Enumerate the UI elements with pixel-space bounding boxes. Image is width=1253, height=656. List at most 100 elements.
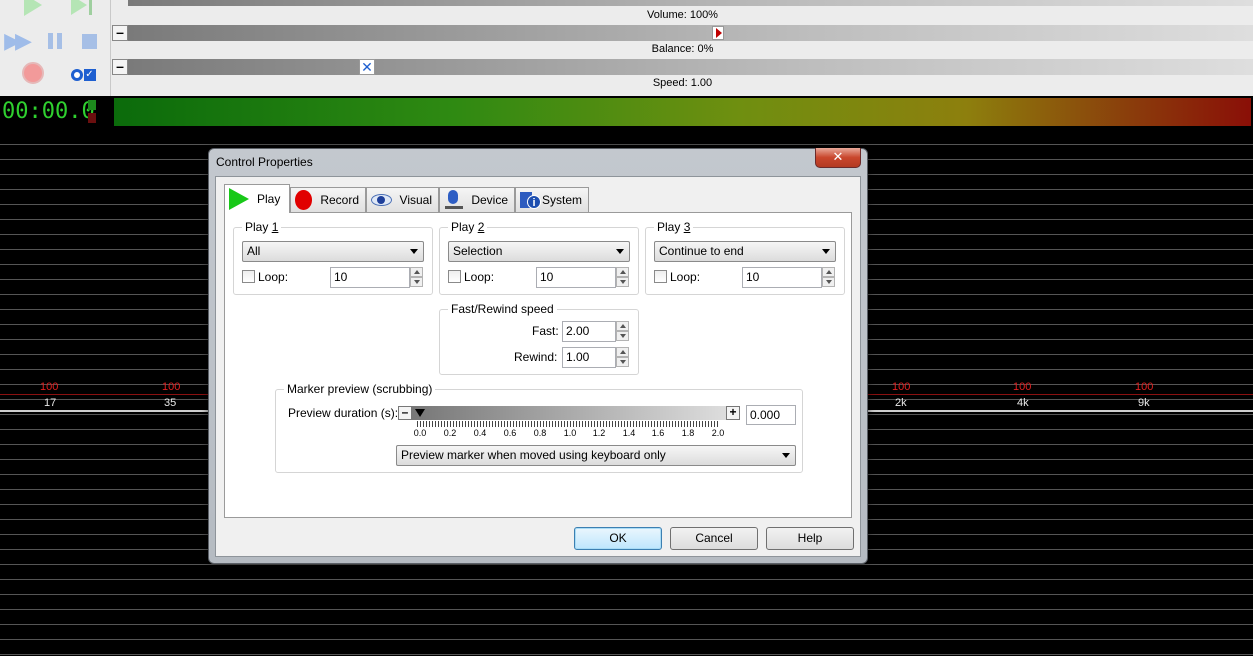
play-2-loop-spinner[interactable] — [616, 267, 629, 288]
spin-down-icon[interactable] — [410, 277, 423, 287]
spectrum-frequency: 2k — [895, 397, 907, 409]
spin-down-icon[interactable] — [616, 277, 629, 287]
scale-label: 1.8 — [681, 428, 695, 438]
pause-button[interactable] — [42, 30, 68, 52]
record-icon — [295, 190, 313, 210]
preview-duration-thumb[interactable] — [415, 409, 425, 417]
tab-play[interactable]: Play — [224, 184, 290, 213]
play-icon — [24, 0, 42, 16]
preview-duration-minus-button[interactable]: – — [398, 406, 412, 420]
spectrum-value: 100 — [1135, 381, 1154, 393]
play-3-loop-spinner[interactable] — [822, 267, 835, 288]
preview-duration-input[interactable]: 0.000 — [746, 405, 796, 425]
spin-up-icon[interactable] — [616, 321, 629, 331]
play-1-loop-checkbox[interactable] — [242, 270, 255, 283]
speed-minus-button[interactable]: – — [112, 59, 128, 75]
play-3-loop-count-input[interactable]: 10 — [742, 267, 822, 288]
tab-label: Play — [257, 192, 281, 206]
spectrum-frequency: 17 — [44, 397, 57, 409]
stop-button[interactable] — [76, 30, 102, 52]
level-meter — [112, 96, 1253, 128]
stop-icon — [81, 33, 97, 49]
system-info-icon: i — [520, 190, 541, 210]
preview-mode-select[interactable]: Preview marker when moved using keyboard… — [396, 445, 796, 466]
play-3-mode-select[interactable]: Continue to end — [654, 241, 836, 262]
monitor-toggle[interactable]: ✓ — [66, 64, 100, 86]
volume-slider[interactable] — [112, 0, 1253, 6]
play-button[interactable] — [20, 0, 46, 16]
record-status-led — [88, 113, 96, 123]
balance-slider[interactable]: – — [112, 25, 1253, 41]
spin-down-icon[interactable] — [616, 357, 629, 367]
scale-label: 0.2 — [443, 428, 457, 438]
group-title: Marker preview (scrubbing) — [284, 382, 436, 396]
preview-duration-label: Preview duration (s): — [288, 406, 399, 420]
play-2-loop-checkbox[interactable] — [448, 270, 461, 283]
balance-caption: Balance: 0% — [651, 43, 714, 55]
play-3-loop-checkbox[interactable] — [654, 270, 667, 283]
cancel-button[interactable]: Cancel — [670, 527, 758, 550]
rewind-speed-input[interactable]: 1.00 — [562, 347, 616, 368]
play-1-loop-count-input[interactable]: 10 — [330, 267, 410, 288]
radio-icon — [70, 69, 83, 81]
tab-record[interactable]: Record — [290, 187, 366, 212]
spin-up-icon[interactable] — [410, 267, 423, 277]
speed-slider[interactable]: – ✕ — [112, 59, 1253, 75]
preview-duration-plus-button[interactable]: + — [726, 406, 740, 420]
help-button[interactable]: Help — [766, 527, 854, 550]
scale-label: 0.4 — [473, 428, 487, 438]
play-1-mode-select[interactable]: All — [242, 241, 424, 262]
microphone-icon — [444, 190, 463, 210]
spin-down-icon[interactable] — [616, 331, 629, 341]
tab-system[interactable]: i System — [515, 187, 589, 212]
volume-caption: Volume: 100% — [647, 9, 718, 21]
play-2-loop-count-input[interactable]: 10 — [536, 267, 616, 288]
dialog-body: Play Record Visual Device i System Play … — [215, 176, 861, 557]
play-1-loop-spinner[interactable] — [410, 267, 423, 288]
tab-label: Record — [320, 193, 359, 207]
fast-speed-spinner[interactable] — [616, 321, 629, 342]
record-icon — [22, 62, 44, 84]
close-button[interactable]: ✕ — [815, 148, 861, 168]
preview-duration-ticks — [417, 421, 719, 427]
group-title: Fast/Rewind speed — [448, 302, 557, 316]
speed-slider-thumb[interactable]: ✕ — [359, 59, 375, 75]
rewind-speed-spinner[interactable] — [616, 347, 629, 368]
preview-duration-slider[interactable] — [412, 406, 726, 420]
play-3-loop-label: Loop: — [670, 270, 701, 284]
play-2-group: Play 2 Selection Loop: 10 — [439, 220, 639, 295]
record-button[interactable] — [20, 62, 46, 84]
transport-controls: ▶▶ ✓ — [0, 0, 110, 96]
balance-minus-button[interactable]: – — [112, 25, 128, 41]
play-3-group: Play 3 Continue to end Loop: 10 — [645, 220, 845, 295]
balance-slider-thumb[interactable] — [712, 26, 724, 40]
scale-label: 1.0 — [563, 428, 577, 438]
chevron-down-icon — [782, 453, 790, 458]
fast-rewind-group: Fast/Rewind speed Fast: 2.00 Rewind: 1.0… — [439, 302, 639, 375]
spin-up-icon[interactable] — [616, 347, 629, 357]
fast-speed-input[interactable]: 2.00 — [562, 321, 616, 342]
scale-label: 2.0 — [711, 428, 725, 438]
fast-forward-button[interactable]: ▶▶ — [2, 30, 32, 52]
tab-device[interactable]: Device — [439, 187, 515, 212]
play-2-loop-label: Loop: — [464, 270, 495, 284]
scale-label: 1.6 — [651, 428, 665, 438]
tab-visual[interactable]: Visual — [366, 187, 439, 212]
spin-down-icon[interactable] — [822, 277, 835, 287]
tab-label: Visual — [399, 193, 432, 207]
spin-up-icon[interactable] — [616, 267, 629, 277]
fast-label: Fast: — [532, 324, 559, 338]
pause-icon — [48, 33, 53, 49]
play-status-led — [88, 100, 96, 110]
scale-label: 1.4 — [622, 428, 636, 438]
play-icon — [70, 0, 87, 15]
dialog-title: Control Properties — [216, 155, 313, 169]
ok-button[interactable]: OK — [574, 527, 662, 550]
rewind-label: Rewind: — [514, 350, 558, 364]
scale-label: 0.0 — [413, 428, 427, 438]
scale-label: 0.8 — [533, 428, 547, 438]
play-2-mode-select[interactable]: Selection — [448, 241, 630, 262]
spectrum-value: 100 — [162, 381, 181, 393]
spin-up-icon[interactable] — [822, 267, 835, 277]
play-to-end-button[interactable] — [68, 0, 94, 16]
